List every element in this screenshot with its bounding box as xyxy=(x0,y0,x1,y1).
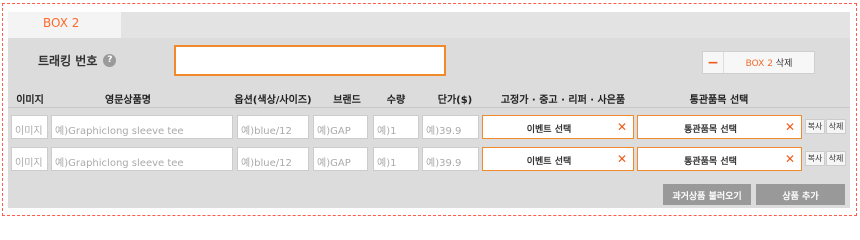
event-select[interactable]: 이벤트 선택 ✕ xyxy=(482,147,634,171)
product-name-input[interactable]: 예)Graphiclong sleeve tee xyxy=(51,115,233,139)
help-icon[interactable]: ? xyxy=(103,54,117,67)
customs-select-label: 통관품목 선택 xyxy=(684,157,737,167)
column-header-price: 단가($) xyxy=(437,95,473,106)
load-past-products-button[interactable]: 과거상품 불러오기 xyxy=(663,184,751,205)
tab-bar xyxy=(8,12,850,38)
event-select[interactable]: 이벤트 선택 ✕ xyxy=(482,115,634,139)
delete-button[interactable]: 삭제 xyxy=(826,119,846,134)
tab-box[interactable]: BOX 2 xyxy=(8,12,121,38)
tab-box-label: BOX 2 xyxy=(43,16,80,30)
quantity-input[interactable]: 예)1 xyxy=(373,147,419,171)
image-cell[interactable]: 이미지 xyxy=(11,147,48,171)
column-header-qty: 수량 xyxy=(386,95,406,106)
product-name-input[interactable]: 예)Graphiclong sleeve tee xyxy=(51,147,233,171)
column-header-event: 고정가 · 중고 · 리퍼 · 사은품 xyxy=(500,95,626,106)
clear-icon[interactable]: ✕ xyxy=(785,120,795,134)
quantity-input[interactable]: 예)1 xyxy=(373,115,419,139)
customs-select-label: 통관품목 선택 xyxy=(684,125,737,135)
delete-button[interactable]: 삭제 xyxy=(826,151,846,166)
column-header-brand: 브랜드 xyxy=(333,95,361,106)
customs-item-select[interactable]: 통관품목 선택 ✕ xyxy=(637,147,802,171)
option-input[interactable]: 예)blue/12 xyxy=(237,115,309,139)
add-product-button[interactable]: 상품 추가 xyxy=(756,184,845,205)
event-select-label: 이벤트 선택 xyxy=(526,125,572,135)
copy-button[interactable]: 복사 xyxy=(805,119,825,134)
option-input[interactable]: 예)blue/12 xyxy=(237,147,309,171)
tracking-number-input[interactable] xyxy=(174,45,446,76)
brand-input[interactable]: 예)GAP xyxy=(313,115,368,139)
delete-box-name: BOX 2 xyxy=(745,59,773,69)
image-cell[interactable]: 이미지 xyxy=(11,115,48,139)
price-input[interactable]: 예)39.9 xyxy=(422,147,479,171)
brand-input[interactable]: 예)GAP xyxy=(313,147,368,171)
delete-box-action: 삭제 xyxy=(775,59,793,69)
clear-icon[interactable]: ✕ xyxy=(617,120,627,134)
header-divider xyxy=(8,107,850,108)
delete-box-label: BOX 2 삭제 xyxy=(724,56,814,69)
event-select-label: 이벤트 선택 xyxy=(526,157,572,167)
tracking-label-text: 트래킹 번호 xyxy=(38,54,98,68)
column-header-option: 옵션(색상/사이즈) xyxy=(234,95,312,106)
copy-button[interactable]: 복사 xyxy=(805,151,825,166)
column-header-name: 영문상품명 xyxy=(105,95,151,106)
clear-icon[interactable]: ✕ xyxy=(617,152,627,166)
column-header-image: 이미지 xyxy=(16,95,44,106)
tracking-label: 트래킹 번호 ? xyxy=(38,52,117,69)
clear-icon[interactable]: ✕ xyxy=(785,152,795,166)
delete-box-button[interactable]: − BOX 2 삭제 xyxy=(702,51,815,74)
price-input[interactable]: 예)39.9 xyxy=(422,115,479,139)
minus-icon: − xyxy=(703,52,724,73)
customs-item-select[interactable]: 통관품목 선택 ✕ xyxy=(637,115,802,139)
column-header-customs: 통관품목 선택 xyxy=(689,95,749,106)
